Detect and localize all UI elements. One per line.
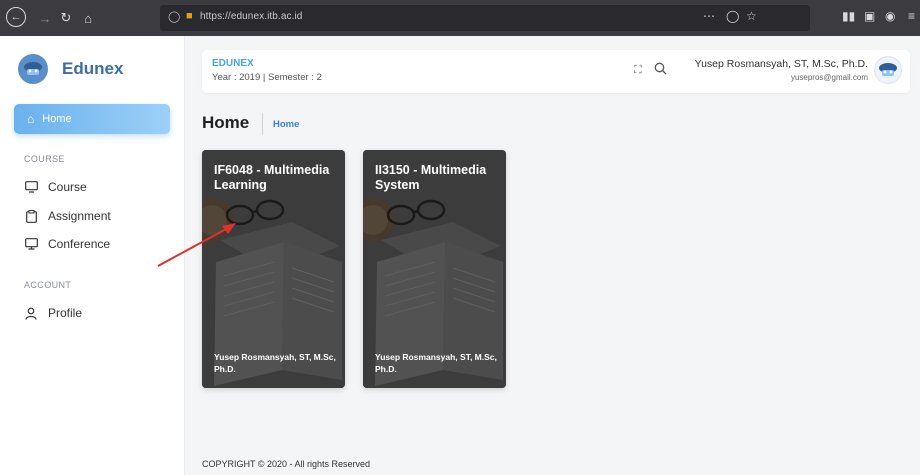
more-actions-icon[interactable]: ⋯ xyxy=(703,9,715,23)
course-card[interactable]: II3150 - Multimedia System Yusep Rosmans… xyxy=(363,150,506,388)
fullscreen-icon[interactable]: ⛶ xyxy=(634,64,642,77)
title-divider xyxy=(262,113,263,135)
edunex-logo-icon xyxy=(18,54,48,84)
monitor-icon xyxy=(24,237,38,251)
sidebar-item-profile[interactable]: Profile xyxy=(24,306,82,320)
sidebar-item-label: Conference xyxy=(48,237,111,251)
reload-icon[interactable]: ↻ xyxy=(55,7,77,29)
course-icon xyxy=(24,180,38,194)
user-name: Yusep Rosmansyah, ST, M.Sc, Ph.D. xyxy=(694,58,868,70)
address-bar[interactable]: ◯ ■ https://edunex.itb.ac.id ⋯ ◯ ☆ xyxy=(160,5,810,31)
section-label-course: COURSE xyxy=(24,154,65,164)
sidebar-item-home[interactable]: ⌂ Home xyxy=(14,104,170,134)
course-author: Yusep Rosmansyah, ST, M.Sc, Ph.D. xyxy=(375,352,497,374)
lock-icon[interactable]: ■ xyxy=(186,10,193,22)
top-header: EDUNEX Year : 2019 | Semester : 2 ⛶ Yuse… xyxy=(202,50,910,93)
forward-icon[interactable]: → xyxy=(34,7,56,29)
hamburger-menu-icon[interactable]: ≡ xyxy=(908,9,915,23)
back-icon[interactable]: ← xyxy=(6,7,26,27)
annotation-arrow xyxy=(157,223,236,267)
sidebar-item-label: Assignment xyxy=(48,209,111,223)
search-icon[interactable] xyxy=(654,62,667,80)
sidebar-item-course[interactable]: Course xyxy=(24,180,87,194)
user-info[interactable]: Yusep Rosmansyah, ST, M.Sc, Ph.D. yusepr… xyxy=(695,58,868,82)
term-info: Year : 2019 | Semester : 2 xyxy=(212,72,322,83)
browser-toolbar: ← → ↻ ⌂ ◯ ■ https://edunex.itb.ac.id ⋯ ◯… xyxy=(0,0,920,36)
user-email: yusepros@gmail.com xyxy=(790,73,868,82)
breadcrumb[interactable]: Home xyxy=(273,119,299,130)
sidebar-toggle-icon[interactable]: ▣ xyxy=(864,9,875,23)
clipboard-icon xyxy=(24,209,38,223)
sidebar-item-conference[interactable]: Conference xyxy=(24,237,110,251)
pocket-icon[interactable]: ◯ xyxy=(726,9,739,23)
shield-icon[interactable]: ◯ xyxy=(168,10,180,23)
course-title[interactable]: IF6048 - Multimedia Learning xyxy=(214,163,334,193)
library-icon[interactable]: ▮▮ xyxy=(842,9,855,23)
sidebar-item-assignment[interactable]: Assignment xyxy=(24,209,111,223)
section-label-account: ACCOUNT xyxy=(24,280,72,290)
home-icon: ⌂ xyxy=(27,112,35,126)
app-name: EDUNEX xyxy=(212,58,254,69)
avatar[interactable] xyxy=(874,56,902,84)
sidebar-item-label: Home xyxy=(42,113,72,125)
footer-copyright: COPYRIGHT © 2020 - All rights Reserved xyxy=(202,459,371,469)
sidebar-item-label: Profile xyxy=(48,306,83,320)
bookmark-star-icon[interactable]: ☆ xyxy=(746,9,757,23)
course-author: Yusep Rosmansyah, ST, M.Sc, Ph.D. xyxy=(214,352,336,374)
url-text[interactable]: https://edunex.itb.ac.id xyxy=(200,11,302,22)
account-icon[interactable]: ◉ xyxy=(885,9,895,23)
page-title: Home xyxy=(202,113,250,132)
user-icon xyxy=(24,306,38,320)
brand[interactable]: Edunex xyxy=(18,54,123,84)
brand-name: Edunex xyxy=(62,59,124,78)
home-icon[interactable]: ⌂ xyxy=(77,7,99,29)
course-title[interactable]: II3150 - Multimedia System xyxy=(375,163,495,193)
sidebar-item-label: Course xyxy=(48,180,87,194)
